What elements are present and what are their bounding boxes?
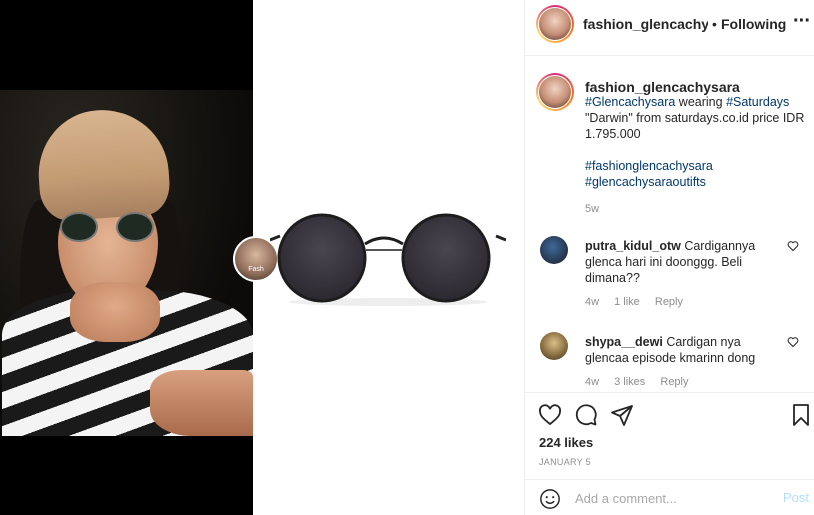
comment-text: shypa__dewi Cardigan nya glencaa episode… (585, 334, 785, 366)
comment-input[interactable] (575, 488, 775, 508)
hashtag-link[interactable]: #glencachysaraoutifts (585, 175, 706, 189)
comment-bubble-icon[interactable] (574, 403, 598, 427)
separator-dot: • (712, 16, 717, 32)
comment-meta: 4w 1 like Reply (585, 296, 695, 308)
post-date[interactable]: JANUARY 5 (539, 457, 591, 467)
caption-username[interactable]: fashion_glencachysara (585, 79, 740, 95)
comment-age[interactable]: 4w (585, 296, 599, 308)
post-photo[interactable] (0, 90, 253, 436)
hashtag-link[interactable]: #Glencachysara (585, 95, 675, 109)
sunglasses-product-image (270, 213, 506, 306)
more-options-icon[interactable]: ··· (793, 10, 811, 33)
commenter-avatar[interactable] (540, 332, 568, 360)
comment-likes[interactable]: 1 like (614, 296, 640, 308)
comment-username[interactable]: shypa__dewi (585, 335, 663, 349)
commenter-avatar[interactable] (540, 236, 568, 264)
post-comment-button[interactable]: Post (783, 490, 809, 505)
caption-avatar[interactable] (539, 76, 571, 108)
like-heart-icon[interactable] (538, 403, 562, 427)
header-username[interactable]: fashion_glencachysara (583, 16, 708, 32)
caption-text-part: "Darwin" from saturdays.co.id price IDR … (585, 111, 805, 141)
comment-likes[interactable]: 3 likes (614, 376, 645, 388)
reply-button[interactable]: Reply (655, 296, 683, 308)
caption-timestamp[interactable]: 5w (585, 203, 599, 215)
photo-arm (150, 370, 253, 436)
following-button[interactable]: Following (721, 16, 786, 32)
photo-sunglasses (56, 208, 156, 242)
like-comment-icon[interactable] (787, 240, 799, 252)
post-media[interactable]: Fash (0, 0, 524, 515)
save-bookmark-icon[interactable] (789, 403, 813, 427)
comment-meta: 4w 3 likes Reply (585, 376, 701, 388)
hashtag-link[interactable]: #Saturdays (726, 95, 789, 109)
hashtag-link[interactable]: #fashionglencachysara (585, 159, 713, 173)
post-side-panel: fashion_glencachysara • Following ··· fa… (524, 0, 814, 515)
comment-username[interactable]: putra_kidul_otw (585, 239, 681, 253)
emoji-icon[interactable] (539, 488, 561, 510)
share-send-icon[interactable] (610, 403, 634, 427)
caption-text-part: wearing (675, 95, 727, 109)
post-actions: 224 likes JANUARY 5 Post (525, 392, 814, 515)
caption-text: #Glencachysara wearing #Saturdays "Darwi… (585, 94, 805, 190)
avatar[interactable] (539, 8, 571, 40)
likes-count[interactable]: 224 likes (539, 435, 593, 450)
photo-hand (70, 282, 160, 342)
add-comment-bar: Post (525, 479, 814, 515)
post-header: fashion_glencachysara • Following ··· (525, 0, 814, 56)
comment-text: putra_kidul_otw Cardigannya glenca hari … (585, 238, 785, 286)
comment-age[interactable]: 4w (585, 376, 599, 388)
like-comment-icon[interactable] (787, 336, 799, 348)
reply-button[interactable]: Reply (660, 376, 688, 388)
photo-bucket-hat (34, 105, 172, 223)
